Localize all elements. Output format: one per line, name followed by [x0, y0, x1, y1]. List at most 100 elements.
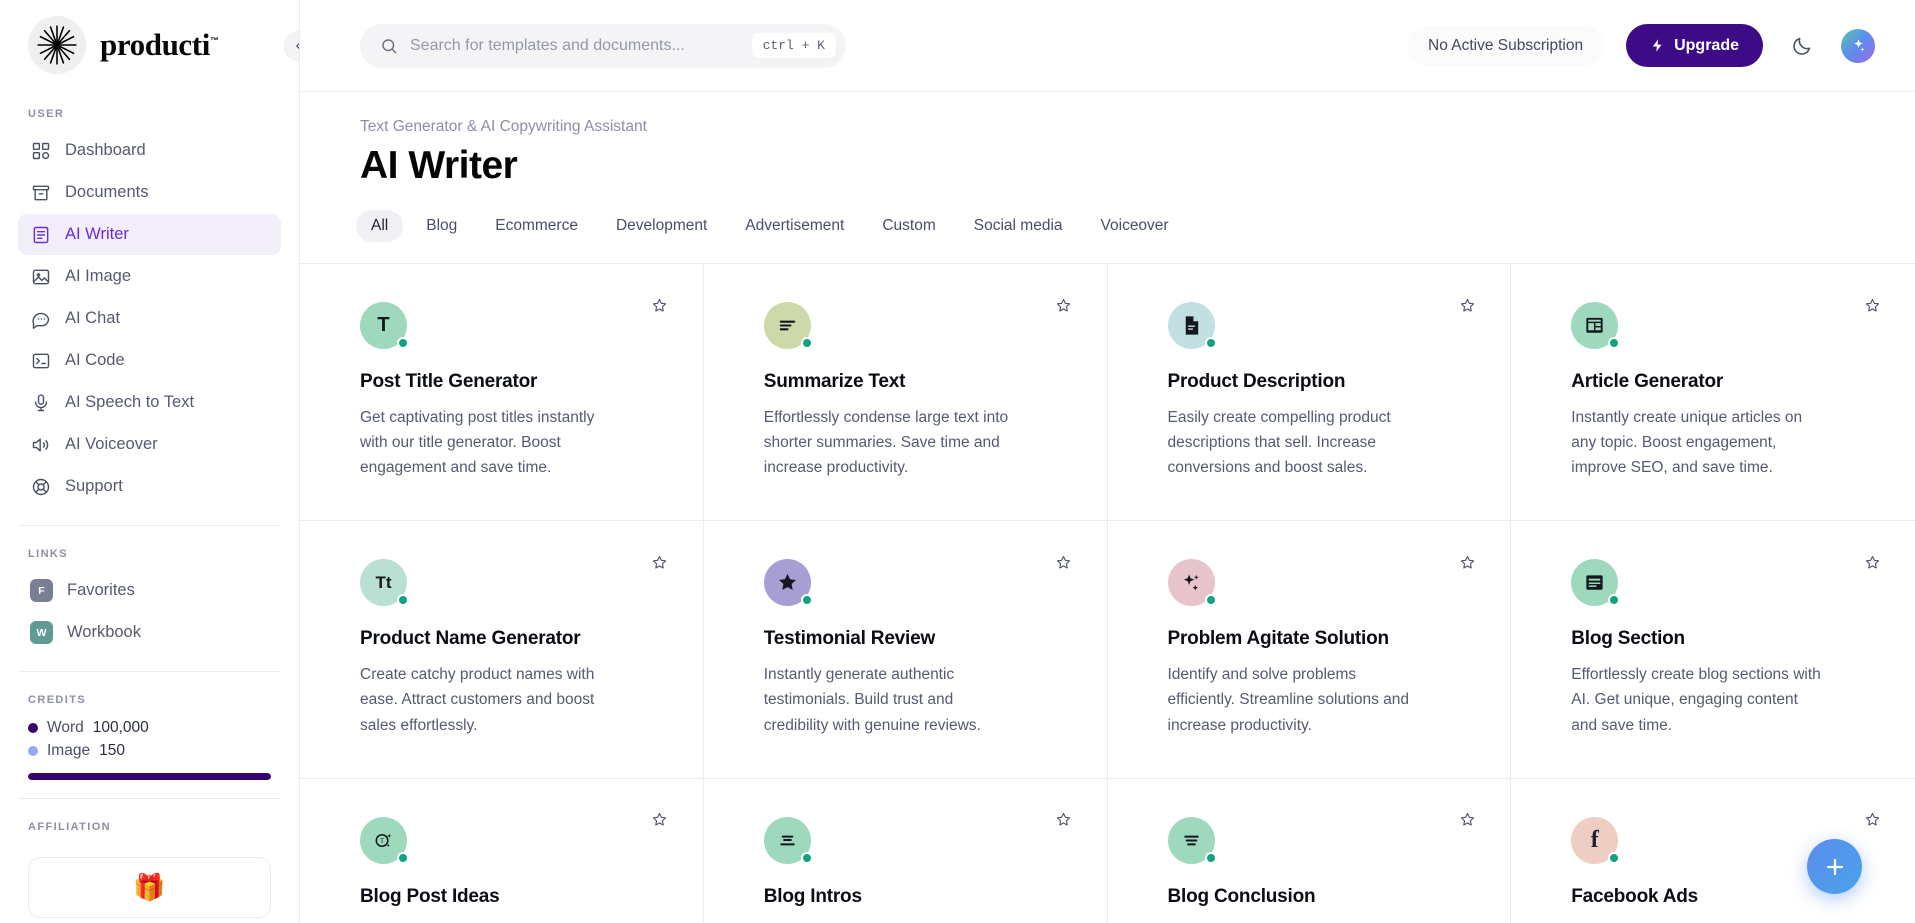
- tab-all[interactable]: All: [356, 210, 403, 242]
- search-bar[interactable]: ctrl + K: [360, 24, 846, 68]
- tab-social-media[interactable]: Social media: [959, 210, 1078, 242]
- image-icon: [30, 266, 51, 287]
- svg-text:T: T: [380, 838, 384, 845]
- microphone-icon: [30, 392, 51, 413]
- card-title: Product Description: [1168, 371, 1471, 393]
- card-description: Create catchy product names with ease. A…: [360, 662, 610, 737]
- status-badge: [1205, 594, 1217, 606]
- grid-icon: [30, 140, 51, 161]
- favorite-button[interactable]: [645, 290, 675, 320]
- template-card-article-generator[interactable]: Article Generator Instantly create uniqu…: [1511, 264, 1915, 521]
- favorite-button[interactable]: [1857, 290, 1887, 320]
- sidebar-link-favorites[interactable]: F Favorites: [18, 570, 281, 611]
- sidebar-item-ai-chat[interactable]: AI Chat: [18, 298, 281, 339]
- affiliation-card[interactable]: 🎁: [28, 857, 271, 918]
- favorite-button[interactable]: [1857, 805, 1887, 835]
- sidebar-nav: Dashboard Documents AI Writer AI Image A…: [0, 130, 299, 507]
- credits-progress-bar: [28, 773, 271, 780]
- tab-development[interactable]: Development: [601, 210, 722, 242]
- template-card-problem-agitate-solution[interactable]: Problem Agitate Solution Identify and so…: [1108, 521, 1512, 778]
- bolt-icon: [1650, 38, 1665, 53]
- favorite-button[interactable]: [645, 547, 675, 577]
- document-text-icon: [30, 224, 51, 245]
- template-card-blog-post-ideas[interactable]: T Blog Post Ideas: [300, 779, 704, 923]
- sidebar-divider-1: [18, 525, 281, 526]
- tab-blog[interactable]: Blog: [411, 210, 472, 242]
- card-title: Blog Section: [1571, 628, 1875, 650]
- template-card-blog-conclusion[interactable]: Blog Conclusion: [1108, 779, 1512, 923]
- star-outline-icon: [1864, 297, 1881, 314]
- topbar: ctrl + K No Active Subscription Upgrade: [300, 0, 1915, 92]
- image-credit-dot: [28, 746, 38, 756]
- card-description: Instantly create unique articles on any …: [1571, 405, 1821, 480]
- theme-toggle-button[interactable]: [1787, 31, 1817, 61]
- sidebar-item-ai-code[interactable]: AI Code: [18, 340, 281, 381]
- card-description: Get captivating post titles instantly wi…: [360, 405, 610, 480]
- sidebar-item-ai-speech-to-text[interactable]: AI Speech to Text: [18, 382, 281, 423]
- starburst-logo: [28, 16, 86, 74]
- sidebar-item-dashboard[interactable]: Dashboard: [18, 130, 281, 171]
- favorite-button[interactable]: [1857, 547, 1887, 577]
- card-title: Summarize Text: [764, 371, 1067, 393]
- subscription-status-pill[interactable]: No Active Subscription: [1407, 26, 1604, 66]
- sidebar-item-documents[interactable]: Documents: [18, 172, 281, 213]
- star-outline-icon: [1459, 297, 1476, 314]
- sidebar-item-ai-writer[interactable]: AI Writer: [18, 214, 281, 255]
- sidebar-link-workbook[interactable]: W Workbook: [18, 612, 281, 653]
- speaker-wave-icon: [30, 434, 51, 455]
- favorite-button[interactable]: [1049, 290, 1079, 320]
- credit-row-image: Image 150: [28, 739, 271, 762]
- card-description: Easily create compelling product descrip…: [1168, 405, 1418, 480]
- favorite-button[interactable]: [1452, 547, 1482, 577]
- template-card-summarize-text[interactable]: Summarize Text Effortlessly condense lar…: [704, 264, 1108, 521]
- template-card-post-title-generator[interactable]: T Post Title Generator Get captivating p…: [300, 264, 704, 521]
- status-badge: [1608, 337, 1620, 349]
- sparkles-icon: [1850, 37, 1867, 54]
- lifebuoy-icon: [30, 476, 51, 497]
- star-outline-icon: [1055, 297, 1072, 314]
- sidebar-credits-section-label: CREDITS: [0, 694, 299, 706]
- plus-icon: [1823, 855, 1847, 879]
- search-shortcut-badge: ctrl + K: [752, 33, 836, 58]
- sidebar-links: F Favorites W Workbook: [0, 570, 299, 653]
- credit-row-word: Word 100,000: [28, 716, 271, 739]
- tab-ecommerce[interactable]: Ecommerce: [480, 210, 593, 242]
- sidebar-item-label: AI Writer: [65, 225, 129, 244]
- card-icon-glyph: Tt: [375, 573, 391, 593]
- upgrade-button[interactable]: Upgrade: [1626, 24, 1763, 67]
- sidebar-item-ai-voiceover[interactable]: AI Voiceover: [18, 424, 281, 465]
- template-card-blog-section[interactable]: Blog Section Effortlessly create blog se…: [1511, 521, 1915, 778]
- template-card-testimonial-review[interactable]: Testimonial Review Instantly generate au…: [704, 521, 1108, 778]
- create-new-button[interactable]: [1807, 839, 1862, 894]
- tab-custom[interactable]: Custom: [867, 210, 950, 242]
- sidebar-user-section-label: USER: [0, 108, 299, 120]
- credit-label: Image: [47, 742, 90, 760]
- sidebar-item-ai-image[interactable]: AI Image: [18, 256, 281, 297]
- template-card-product-description[interactable]: Product Description Easily create compel…: [1108, 264, 1512, 521]
- brand[interactable]: producti™: [0, 0, 299, 86]
- page-header: Text Generator & AI Copywriting Assistan…: [300, 92, 1915, 188]
- search-input[interactable]: [410, 37, 740, 55]
- status-badge: [397, 852, 409, 864]
- status-badge: [801, 337, 813, 349]
- credits-progress-fill: [28, 773, 271, 780]
- sidebar-item-label: AI Image: [65, 267, 131, 286]
- tab-voiceover[interactable]: Voiceover: [1086, 210, 1184, 242]
- page-title: AI Writer: [360, 144, 1915, 188]
- avatar[interactable]: [1841, 29, 1875, 63]
- favorite-button[interactable]: [1452, 290, 1482, 320]
- card-title: Product Name Generator: [360, 628, 663, 650]
- card-title: Blog Post Ideas: [360, 886, 663, 908]
- favorite-button[interactable]: [1049, 547, 1079, 577]
- favorite-button[interactable]: [645, 805, 675, 835]
- favorite-button[interactable]: [1452, 805, 1482, 835]
- sidebar-links-section-label: LINKS: [0, 548, 299, 560]
- credit-label: Word: [47, 719, 84, 737]
- card-icon-wrap: T: [360, 817, 407, 864]
- tab-advertisement[interactable]: Advertisement: [730, 210, 859, 242]
- template-card-blog-intros[interactable]: Blog Intros: [704, 779, 1108, 923]
- credit-value: 100,000: [93, 719, 149, 737]
- sidebar-item-support[interactable]: Support: [18, 466, 281, 507]
- favorite-button[interactable]: [1049, 805, 1079, 835]
- template-card-product-name-generator[interactable]: Tt Product Name Generator Create catchy …: [300, 521, 704, 778]
